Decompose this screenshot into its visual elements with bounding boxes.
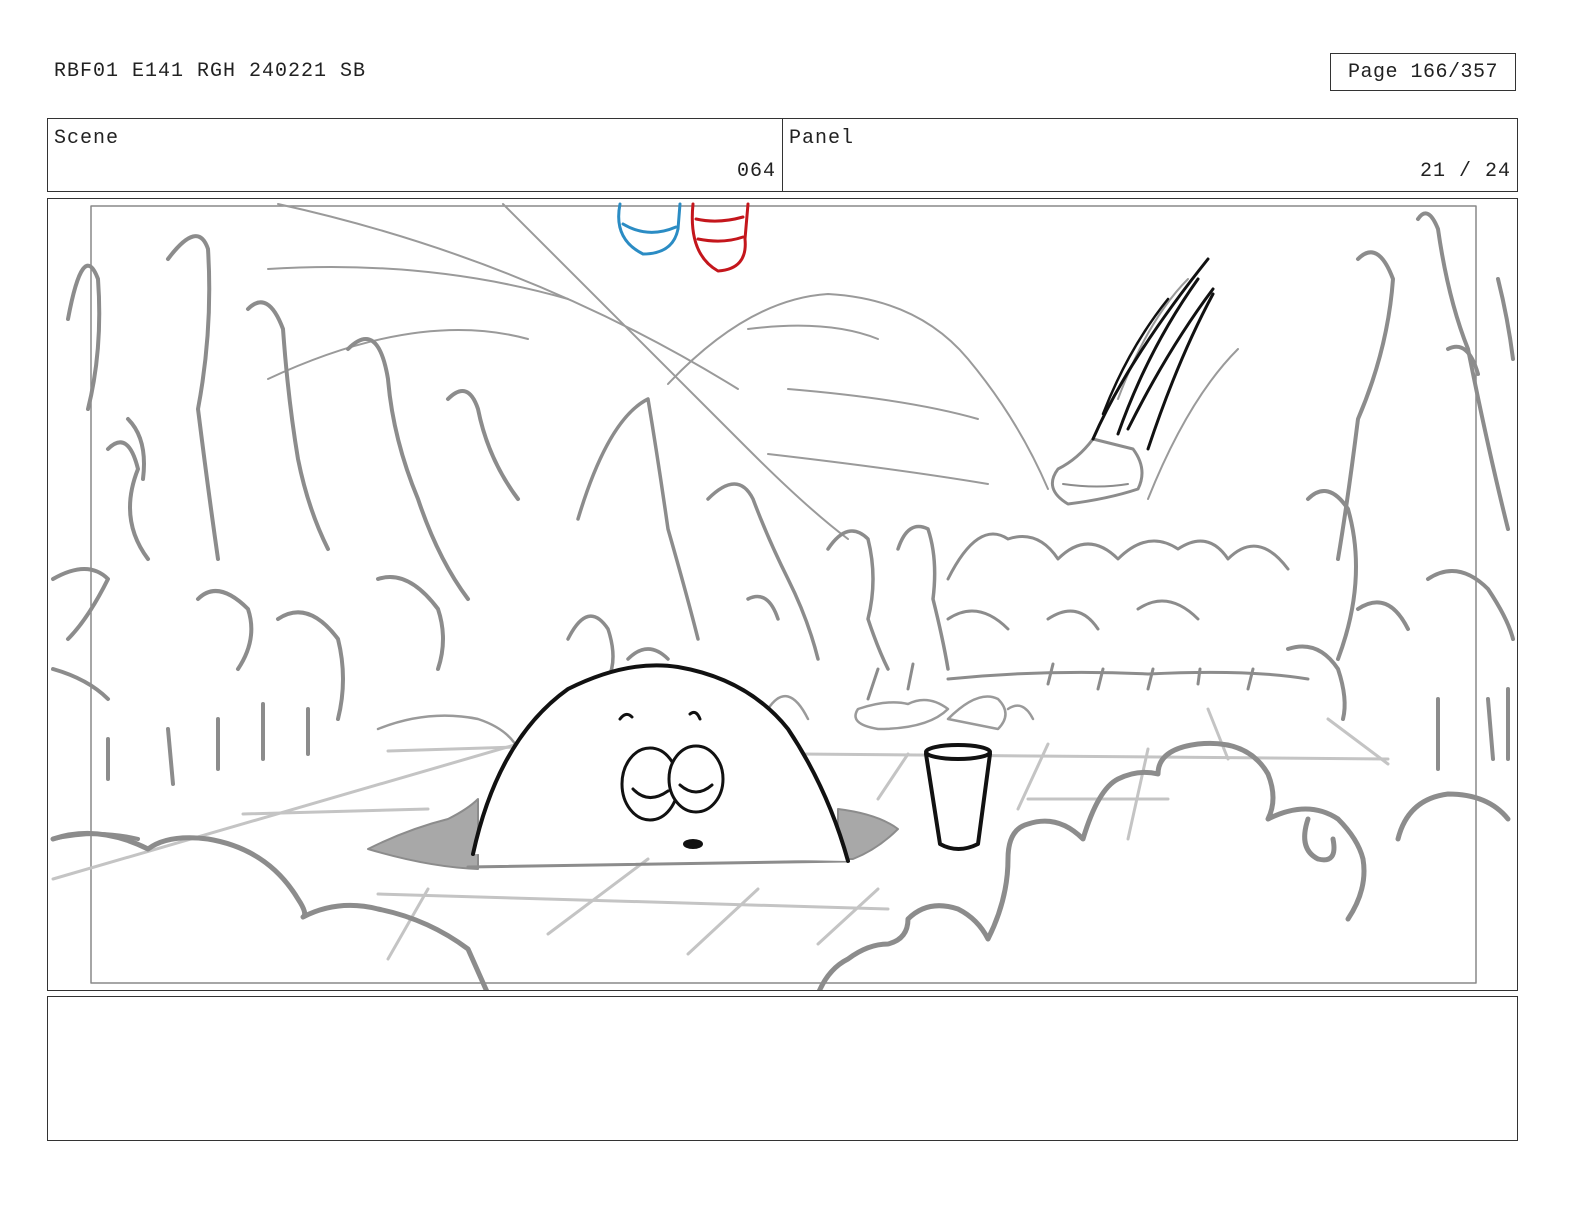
document-title: RBF01 E141 RGH 240221 SB — [54, 60, 367, 83]
panel-label: Panel — [789, 127, 855, 150]
bear-feet-sketch — [617, 202, 750, 273]
storyboard-panel — [47, 198, 1518, 991]
page-number: Page 166/357 — [1347, 60, 1499, 84]
scene-cell: Scene 064 — [48, 119, 782, 191]
safe-area-frame — [90, 205, 1477, 984]
scene-number: 064 — [736, 160, 776, 183]
storyboard-sketch-drawing — [50, 202, 1515, 990]
panel-cell: Panel 21 / 24 — [782, 119, 1517, 191]
notes-area — [47, 996, 1518, 1141]
pine-trees-right — [1286, 211, 1515, 771]
scene-panel-info-row: Scene 064 Panel 21 / 24 — [47, 118, 1518, 192]
waterfall-rock — [1050, 257, 1215, 506]
pine-trees-center — [566, 397, 950, 681]
bear-head — [471, 663, 850, 863]
scene-label: Scene — [54, 127, 120, 150]
panel-number: 21 / 24 — [1419, 160, 1511, 183]
paper-cup — [924, 743, 992, 851]
mid-treeline — [376, 532, 1310, 751]
page-number-box: Page 166/357 — [1330, 53, 1516, 91]
